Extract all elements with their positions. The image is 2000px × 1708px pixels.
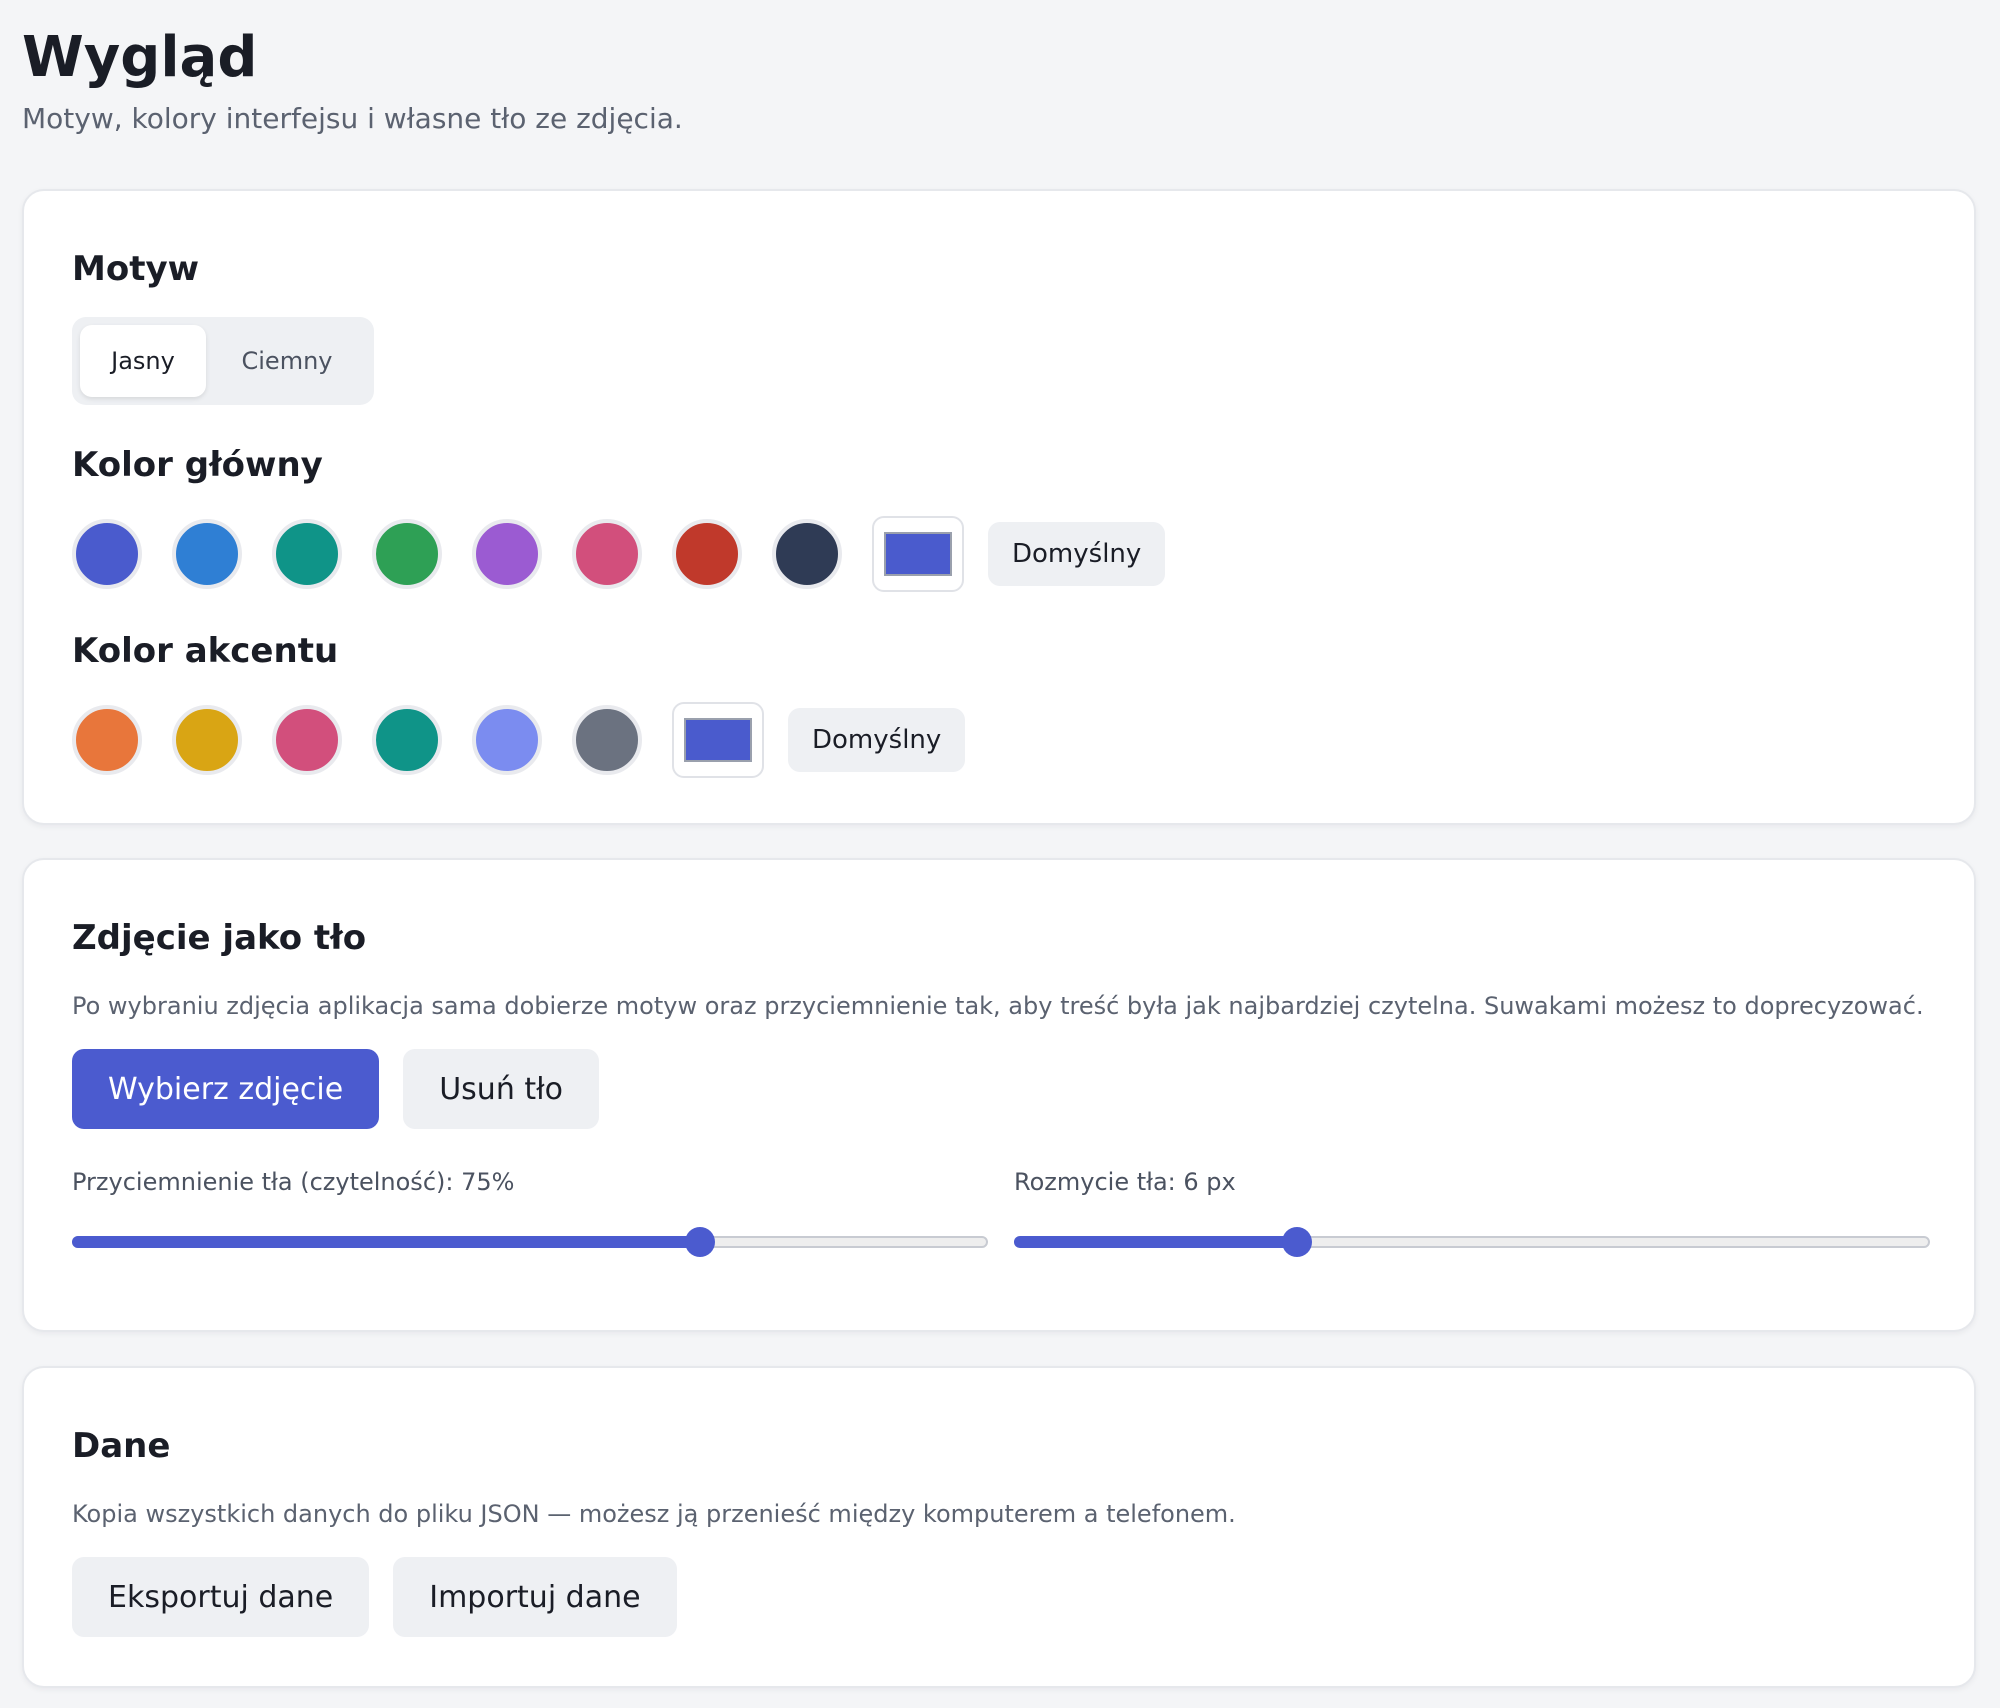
background-section-title: Zdjęcie jako tło: [72, 918, 367, 958]
primary-swatch-teal[interactable]: [272, 519, 342, 589]
accent-swatch-periwinkle[interactable]: [472, 705, 542, 775]
primary-swatch-blue[interactable]: [172, 519, 242, 589]
background-photo-card: Zdjęcie jako tło Po wybraniu zdjęcia apl…: [22, 858, 1976, 1332]
primary-swatch-navy[interactable]: [772, 519, 842, 589]
accent-swatch-yellow[interactable]: [172, 705, 242, 775]
dim-slider-label: Przyciemnienie tła (czytelność): 75%: [72, 1168, 515, 1196]
accent-custom-color-fill: [684, 718, 752, 762]
blur-slider-fill: [1014, 1236, 1298, 1248]
primary-swatch-pink[interactable]: [572, 519, 642, 589]
remove-background-button[interactable]: Usuń tło: [403, 1049, 600, 1129]
accent-color-swatches: Domyślny: [72, 702, 966, 778]
choose-photo-button[interactable]: Wybierz zdjęcie: [72, 1049, 380, 1129]
accent-swatch-gray[interactable]: [572, 705, 642, 775]
theme-light-option[interactable]: Jasny: [80, 325, 206, 397]
theme-section-title: Motyw: [72, 249, 200, 289]
import-data-button[interactable]: Importuj dane: [393, 1557, 677, 1637]
export-data-button[interactable]: Eksportuj dane: [72, 1557, 370, 1637]
appearance-settings-page: Wygląd Motyw, kolory interfejsu i własne…: [0, 0, 2000, 1708]
accent-custom-color-picker[interactable]: [672, 702, 764, 778]
primary-swatch-purple[interactable]: [472, 519, 542, 589]
blur-slider[interactable]: [1014, 1224, 1930, 1260]
primary-swatch-red[interactable]: [672, 519, 742, 589]
primary-swatch-indigo[interactable]: [72, 519, 142, 589]
accent-default-button[interactable]: Domyślny: [788, 708, 966, 772]
primary-color-title: Kolor główny: [72, 445, 323, 485]
page-title: Wygląd: [22, 25, 258, 90]
primary-swatch-green[interactable]: [372, 519, 442, 589]
primary-color-swatches: Domyślny: [72, 516, 1166, 592]
theme-dark-option[interactable]: Ciemny: [212, 325, 362, 397]
blur-slider-thumb[interactable]: [1282, 1227, 1313, 1257]
primary-custom-color-fill: [884, 532, 952, 576]
blur-slider-label: Rozmycie tła: 6 px: [1014, 1168, 1236, 1196]
background-actions: Wybierz zdjęcie Usuń tło: [72, 1049, 600, 1129]
accent-swatch-teal[interactable]: [372, 705, 442, 775]
page-subtitle: Motyw, kolory interfejsu i własne tło ze…: [22, 102, 683, 135]
primary-default-button[interactable]: Domyślny: [988, 522, 1166, 586]
accent-color-title: Kolor akcentu: [72, 631, 339, 671]
dim-slider[interactable]: [72, 1224, 988, 1260]
primary-custom-color-picker[interactable]: [872, 516, 964, 592]
theme-mode-toggle: Jasny Ciemny: [72, 317, 374, 405]
data-description: Kopia wszystkich danych do pliku JSON — …: [72, 1500, 1236, 1528]
accent-swatch-orange[interactable]: [72, 705, 142, 775]
dim-slider-fill: [72, 1236, 701, 1248]
data-actions: Eksportuj dane Importuj dane: [72, 1557, 677, 1637]
data-section-title: Dane: [72, 1426, 171, 1466]
dim-slider-thumb[interactable]: [685, 1227, 716, 1257]
data-card: Dane Kopia wszystkich danych do pliku JS…: [22, 1366, 1976, 1688]
background-description: Po wybraniu zdjęcia aplikacja sama dobie…: [72, 992, 1924, 1020]
accent-swatch-pink[interactable]: [272, 705, 342, 775]
theme-card: Motyw Jasny Ciemny Kolor główny Domyślny…: [22, 189, 1976, 825]
